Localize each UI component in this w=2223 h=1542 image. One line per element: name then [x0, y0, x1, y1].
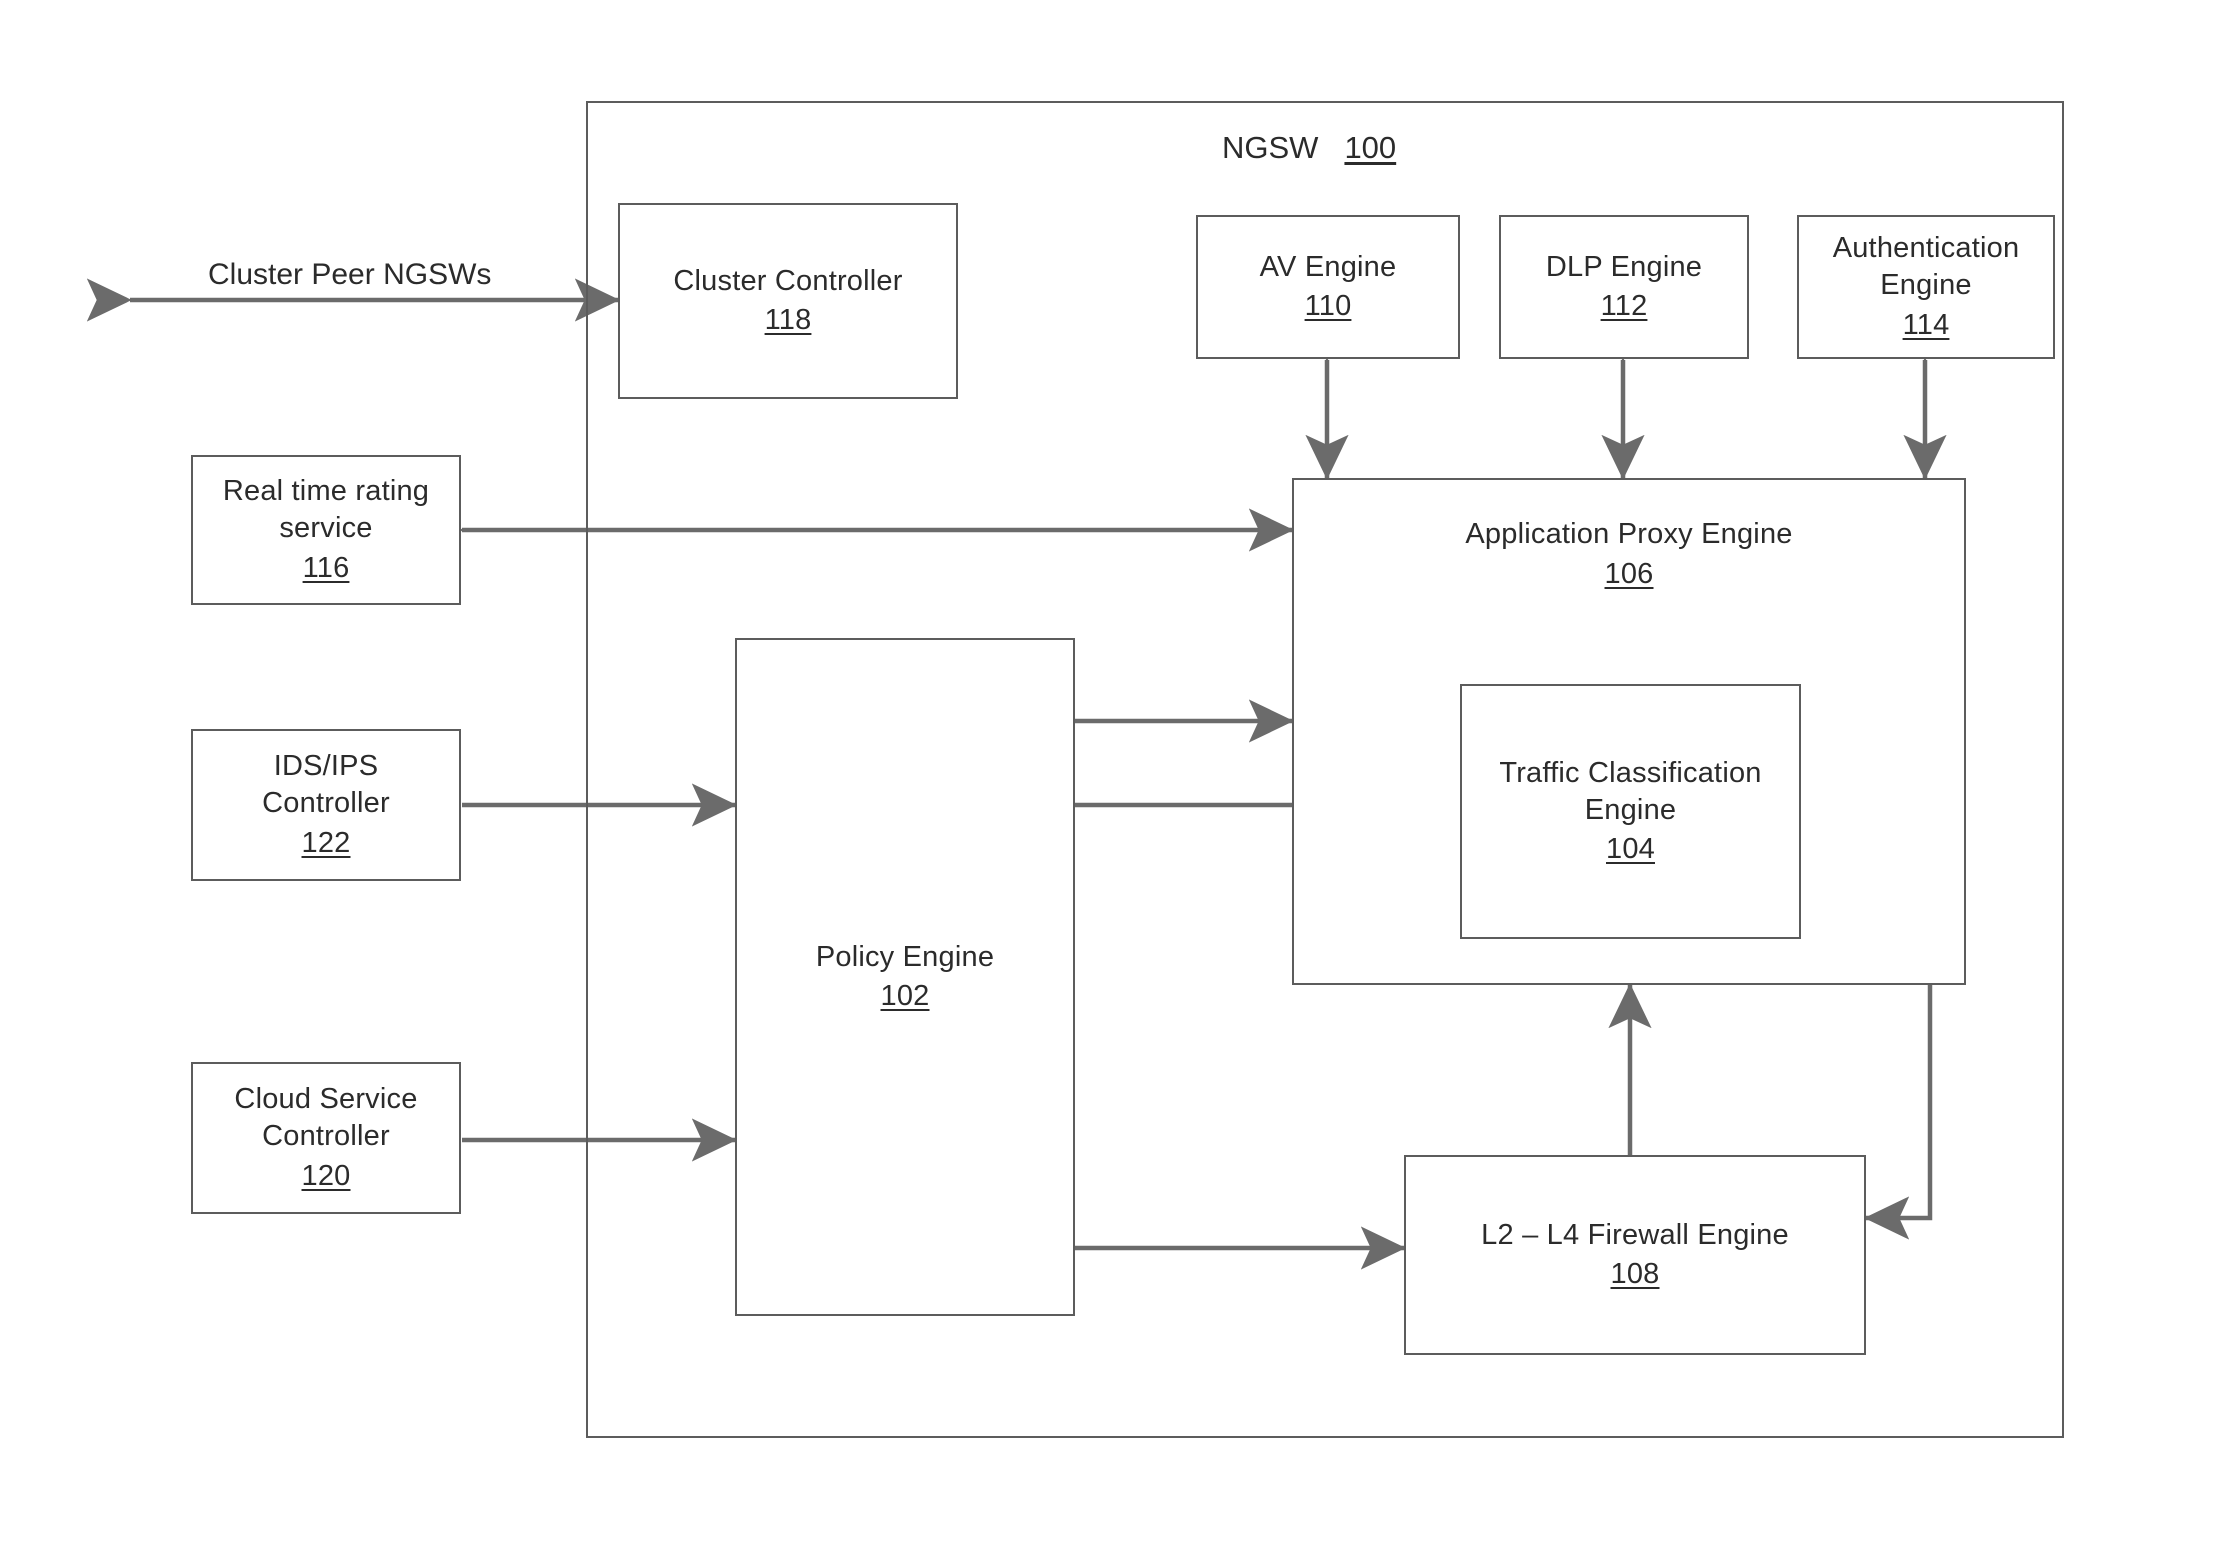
block-dlp-engine[interactable]: DLP Engine 112 — [1499, 215, 1749, 359]
block-rating-service[interactable]: Real time rating service 116 — [191, 455, 461, 605]
block-policy-engine-label: Policy Engine — [815, 940, 995, 973]
block-ids-ips-controller-label: IDS/IPS Controller — [262, 750, 390, 820]
block-policy-engine[interactable]: Policy Engine 102 — [735, 638, 1075, 1316]
block-traffic-classification-engine-ref: 104 — [1606, 833, 1655, 866]
block-authentication-engine[interactable]: Authentication Engine 114 — [1797, 215, 2055, 359]
block-traffic-classification-engine-label: Traffic Classification Engine — [1499, 756, 1762, 826]
block-cluster-controller[interactable]: Cluster Controller 118 — [618, 203, 958, 399]
block-rating-service-label: Real time rating service — [222, 475, 430, 545]
block-av-engine-label: AV Engine — [1259, 250, 1397, 283]
block-rating-service-ref: 116 — [302, 551, 350, 584]
block-policy-engine-ref: 102 — [880, 980, 930, 1012]
block-application-proxy-engine-header: Application Proxy Engine 106 — [1294, 516, 1964, 593]
block-ids-ips-controller[interactable]: IDS/IPS Controller 122 — [191, 729, 461, 881]
block-cloud-service-controller-label: Cloud Service Controller — [234, 1083, 418, 1153]
figure-title: NGSW 100 — [1222, 130, 1396, 166]
block-authentication-engine-ref: 114 — [1902, 308, 1950, 341]
block-dlp-engine-ref: 112 — [1600, 290, 1648, 322]
figure-title-text: NGSW — [1222, 130, 1319, 165]
block-cluster-controller-label: Cluster Controller — [673, 264, 903, 297]
cluster-peer-ngsws-label: Cluster Peer NGSWs — [208, 258, 492, 291]
block-traffic-classification-engine[interactable]: Traffic Classification Engine 104 — [1460, 684, 1801, 939]
block-dlp-engine-label: DLP Engine — [1545, 250, 1703, 283]
figure-canvas: NGSW 100 Cluster Peer NGSWs Cluster Cont… — [0, 0, 2223, 1542]
block-firewall-engine-ref: 108 — [1610, 1258, 1660, 1290]
block-cloud-service-controller[interactable]: Cloud Service Controller 120 — [191, 1062, 461, 1214]
block-ids-ips-controller-ref: 122 — [301, 826, 351, 859]
block-authentication-engine-label: Authentication Engine — [1832, 232, 2020, 302]
block-av-engine[interactable]: AV Engine 110 — [1196, 215, 1460, 359]
block-cluster-controller-ref: 118 — [764, 304, 812, 336]
block-application-proxy-engine-ref: 106 — [1604, 557, 1654, 590]
block-cloud-service-controller-ref: 120 — [301, 1159, 351, 1192]
block-av-engine-ref: 110 — [1304, 290, 1352, 322]
figure-title-ref: 100 — [1344, 130, 1397, 165]
block-firewall-engine[interactable]: L2 – L4 Firewall Engine 108 — [1404, 1155, 1866, 1355]
block-application-proxy-engine-label: Application Proxy Engine — [1465, 518, 1793, 550]
block-firewall-engine-label: L2 – L4 Firewall Engine — [1481, 1218, 1789, 1251]
